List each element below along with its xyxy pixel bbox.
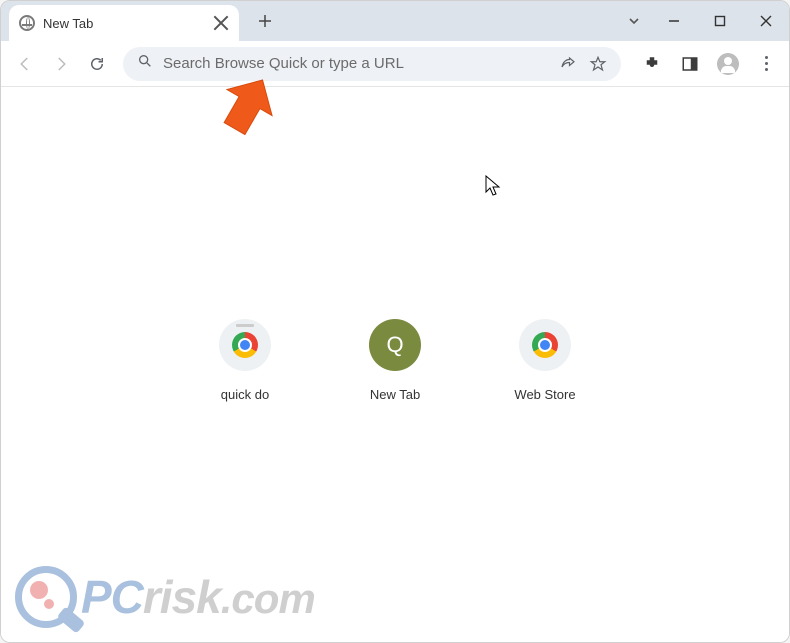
shortcut-web-store[interactable]: Web Store [500, 319, 590, 402]
window-controls [617, 1, 789, 41]
address-bar[interactable] [123, 47, 621, 81]
tab-title: New Tab [43, 16, 205, 31]
close-window-button[interactable] [743, 1, 789, 41]
avatar-icon [717, 53, 739, 75]
shortcut-label: New Tab [370, 387, 420, 402]
omnibox-input[interactable] [163, 55, 549, 72]
q-letter-icon: Q [369, 319, 421, 371]
kebab-menu-icon [765, 56, 768, 71]
chrome-icon [532, 332, 558, 358]
shortcut-tile-icon [219, 319, 271, 371]
menu-button[interactable] [751, 49, 781, 79]
maximize-button[interactable] [697, 1, 743, 41]
toolbar-right [631, 49, 781, 79]
shortcut-tile-icon [519, 319, 571, 371]
toolbar [1, 41, 789, 87]
shortcut-quick-do[interactable]: quick do [200, 319, 290, 402]
search-icon [137, 53, 153, 74]
back-button[interactable] [9, 48, 41, 80]
new-tab-content: quick do Q New Tab Web Store [1, 87, 789, 643]
extensions-icon[interactable] [637, 49, 667, 79]
profile-avatar[interactable] [713, 49, 743, 79]
browser-tab[interactable]: New Tab [9, 5, 239, 41]
new-tab-button[interactable] [251, 7, 279, 35]
share-icon[interactable] [559, 55, 577, 73]
reload-button[interactable] [81, 48, 113, 80]
bookmark-star-icon[interactable] [589, 55, 607, 73]
tab-search-button[interactable] [617, 1, 651, 41]
side-panel-icon[interactable] [675, 49, 705, 79]
browser-window: New Tab [0, 0, 790, 643]
globe-icon [19, 15, 35, 31]
titlebar: New Tab [1, 1, 789, 41]
shortcut-label: Web Store [514, 387, 575, 402]
chrome-icon [232, 332, 258, 358]
close-tab-button[interactable] [213, 15, 229, 31]
shortcut-new-tab[interactable]: Q New Tab [350, 319, 440, 402]
forward-button[interactable] [45, 48, 77, 80]
minimize-button[interactable] [651, 1, 697, 41]
omnibox-actions [559, 55, 607, 73]
shortcut-label: quick do [221, 387, 269, 402]
shortcuts-row: quick do Q New Tab Web Store [200, 319, 590, 402]
